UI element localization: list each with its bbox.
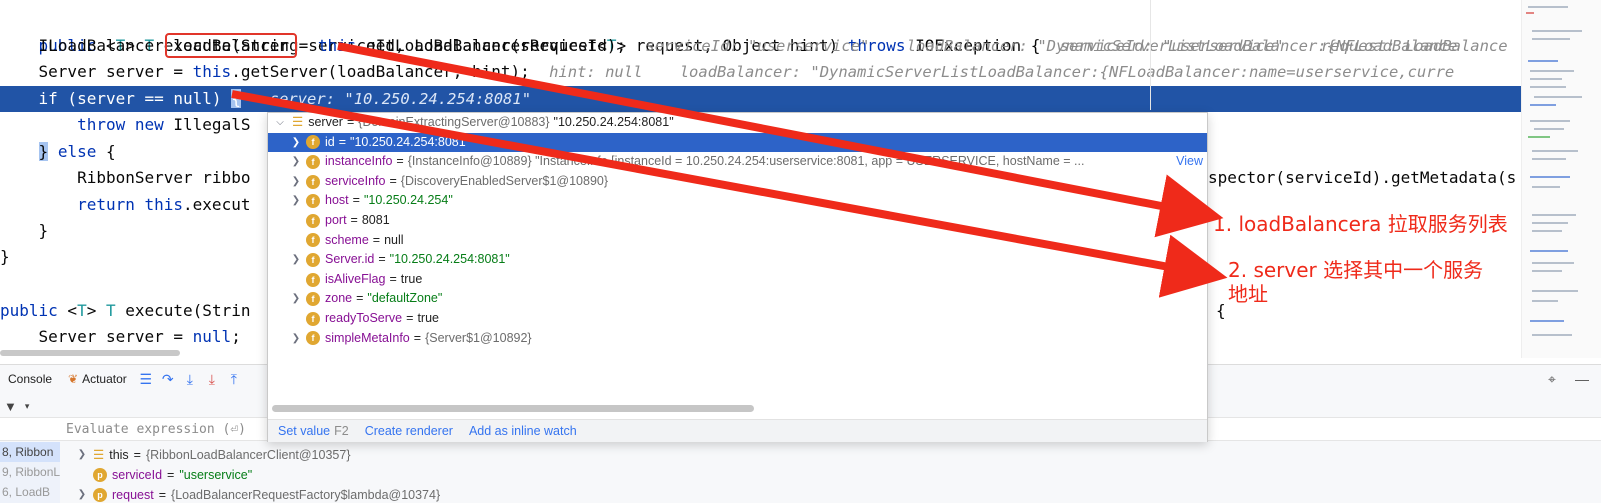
threads-menu-icon[interactable]: ☰ [135,368,157,390]
field-icon: f [306,233,320,248]
popup-footer: Set value F2 Create renderer Add as inlin… [268,419,1207,442]
expand-chevron-icon[interactable]: ❯ [290,191,302,211]
view-link[interactable]: View [1176,152,1203,172]
field-icon: f [306,292,320,307]
variable-row-this[interactable]: ❯ ☰ this = {RibbonLoadBalancerClient@103… [76,445,351,465]
popup-field-row[interactable]: ❯ f id = "10.250.24.254:8081" [268,132,1207,153]
horizontal-scrollbar[interactable] [0,350,180,356]
expand-chevron-icon[interactable]: ❯ [290,133,302,153]
field-icon: f [306,154,320,169]
frame-item[interactable]: 9, RibbonL [0,462,60,482]
dropdown-icon[interactable]: ▾ [25,401,30,412]
field-icon: f [306,272,320,287]
code-line-1: public <T> T execute(String serviceId, L… [38,36,1508,55]
inline-debug-hint: server: "10.250.24.254:8081" [269,90,532,108]
tab-console[interactable]: Console [0,365,60,393]
popup-field-row[interactable]: f isAliveFlag = true [268,270,1207,290]
popup-field-row[interactable]: f scheme = null [268,231,1207,251]
field-icon: f [306,135,320,150]
annotation-note-1: 1. loadBalancera 拉取服务列表 [1213,212,1508,236]
editor-divider [1150,0,1151,110]
field-icon: f [306,213,320,228]
parameter-icon: p [93,468,107,482]
crosshair-icon[interactable]: ⌖ [1541,368,1563,390]
annotation-note-2b: 地址 [1228,282,1268,306]
parameter-icon: p [93,488,107,502]
popup-field-row[interactable]: ❯ f simpleMetaInfo = {Server$1@10892} [268,329,1207,349]
variable-row-serviceid[interactable]: p serviceId = "userservice" [76,465,252,485]
step-over-icon[interactable]: ⤓ [179,368,201,390]
inline-debug-hint: hint: null loadBalancer: "DynamicServerL… [549,63,1455,81]
field-icon: f [306,194,320,209]
expand-chevron-icon[interactable]: ❯ [290,329,302,349]
popup-field-row[interactable]: ❯ f zone = "defaultZone" [268,289,1207,309]
expand-chevron-icon[interactable]: ❯ [290,289,302,309]
step-into-icon[interactable]: ⤓ [201,368,223,390]
expand-chevron-icon[interactable]: ❯ [76,445,88,465]
popup-header-row[interactable]: ⌵ ☰ server = {DomainExtractingServer@108… [268,113,1207,133]
evaluate-expression-input[interactable]: Evaluate expression (⏎) [66,422,246,437]
minimap[interactable] [1521,0,1601,358]
expand-chevron-icon[interactable]: ❯ [290,152,302,172]
popup-field-row[interactable]: ❯ f instanceInfo = {InstanceInfo@10889} "Ins… [268,152,1207,172]
code-line-current: if (server == null) { server: "10.250.24… [0,86,1548,112]
collapse-chevron-icon[interactable]: ⌵ [274,113,286,133]
frames-list[interactable]: 8, Ribbon 9, RibbonL 6, LoadB [0,442,60,503]
expand-chevron-icon[interactable]: ❯ [290,172,302,192]
frames-toolbar: ▼ ▾ [0,395,70,417]
popup-field-row[interactable]: f readyToServe = true [268,309,1207,329]
tab-actuator[interactable]: ❦ Actuator [60,365,135,393]
frame-item[interactable]: 6, LoadB [0,482,60,502]
step-out-icon[interactable]: ⤒ [223,368,245,390]
set-value-link[interactable]: Set value F2 [278,424,349,438]
popup-field-row[interactable]: ❯ f serviceInfo = {DiscoveryEnabledServer$1@… [268,172,1207,192]
field-icon: f [306,331,320,346]
expand-chevron-icon[interactable]: ❯ [290,250,302,270]
field-icon: f [306,311,320,326]
field-icon: f [306,252,320,267]
field-icon: f [306,174,320,189]
debug-value-popup[interactable]: ⌵ ☰ server = {DomainExtractingServer@108… [267,112,1208,442]
actuator-icon: ❦ [68,372,79,386]
filter-icon[interactable]: ▼ [4,399,17,414]
code-line-3: Server server = this.getServer(loadBalan… [0,62,1455,81]
frame-item[interactable]: 8, Ribbon [0,442,60,462]
code-line-2: ILoadBalancer loadBalancer = this.getLoa… [0,33,1548,59]
list-icon: ☰ [292,115,304,129]
popup-field-row[interactable]: f port = 8081 [268,211,1207,231]
inline-debug-hint: serviceId: "userservice" loadBalancer: "… [645,37,1458,55]
highlighted-loadbalancer: loadBalancer [165,33,297,58]
variable-row-request[interactable]: ❯ p request = {LoadBalancerRequestFactor… [76,485,440,503]
list-icon: ☰ [93,448,105,462]
add-inline-watch-link[interactable]: Add as inline watch [469,424,577,438]
show-execution-point-icon[interactable]: ↷ [157,368,179,390]
minimize-icon[interactable]: — [1571,368,1593,390]
popup-scrollbar[interactable] [272,405,754,412]
code-line-7-tail: spector(serviceId).getMetadata(s [1208,168,1517,187]
popup-field-row[interactable]: ❯ f Server.id = "10.250.24.254:8081" [268,250,1207,270]
create-renderer-link[interactable]: Create renderer [365,424,453,438]
expand-chevron-icon[interactable]: ❯ [76,485,88,503]
popup-field-row[interactable]: ❯ f host = "10.250.24.254" [268,191,1207,211]
annotation-note-2a: 2. server 选择其中一个服务 [1228,258,1484,282]
